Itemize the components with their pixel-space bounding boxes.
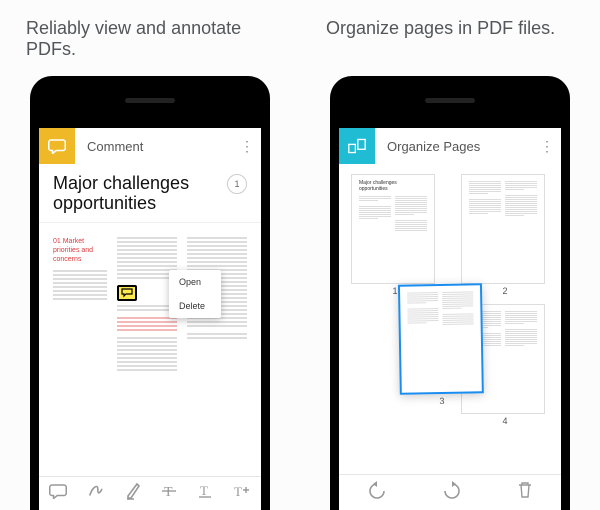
text-block <box>117 305 177 311</box>
strikethrough-icon[interactable]: T <box>161 483 177 504</box>
underline-icon[interactable]: T <box>197 483 213 504</box>
phone-speaker <box>425 98 475 103</box>
add-text-icon[interactable]: T <box>233 483 251 504</box>
rotate-left-icon[interactable] <box>367 481 387 504</box>
sticky-note-annotation[interactable] <box>117 285 137 301</box>
caption-right: Organize pages in PDF files. <box>280 18 580 60</box>
bottom-toolbar <box>339 474 561 510</box>
statusbar <box>39 120 261 128</box>
menu-item-open[interactable]: Open <box>169 270 221 294</box>
document-view[interactable]: 1 Major challenges opportunities 01 Mark… <box>39 164 261 474</box>
page-thumbnail-dragging[interactable]: 3 <box>398 283 484 406</box>
statusbar <box>339 120 561 128</box>
svg-text:T: T <box>164 485 173 499</box>
toolbar-title: Comment <box>75 139 233 154</box>
context-menu: Open Delete <box>169 270 221 318</box>
thumb-doc-title: Major challenges opportunities <box>359 181 407 192</box>
overflow-menu-icon[interactable]: ⋮ <box>233 138 261 155</box>
page-thumbnail[interactable]: 2 <box>461 174 549 296</box>
bottom-toolbar: T T T <box>39 476 261 510</box>
speech-bubble-icon[interactable] <box>49 483 67 504</box>
svg-text:T: T <box>200 483 208 498</box>
menu-item-delete[interactable]: Delete <box>169 294 221 318</box>
phone-comment: Comment ⋮ 1 Major challenges opportuniti… <box>30 76 270 510</box>
overflow-menu-icon[interactable]: ⋮ <box>533 138 561 155</box>
page-number-badge: 1 <box>227 174 247 194</box>
text-block <box>117 237 177 279</box>
freehand-icon[interactable] <box>87 482 105 505</box>
text-block <box>187 333 247 339</box>
phone-organize: Organize Pages ⋮ Major challenges opport… <box>330 76 570 510</box>
phone-speaker <box>125 98 175 103</box>
highlight-icon[interactable] <box>125 482 141 505</box>
doc-title-line1: Major challenges <box>53 174 193 194</box>
toolbar: Comment ⋮ <box>39 128 261 164</box>
toolbar: Organize Pages ⋮ <box>339 128 561 164</box>
page-thumbnail[interactable]: Major challenges opportunities 1 <box>351 174 439 296</box>
text-block <box>117 337 177 371</box>
thumb-label: 4 <box>461 416 549 426</box>
organize-pages-icon[interactable] <box>339 128 375 164</box>
highlighted-text[interactable] <box>117 317 177 331</box>
rotate-right-icon[interactable] <box>442 481 462 504</box>
delete-icon[interactable] <box>517 481 533 504</box>
thumb-label: 3 <box>400 395 484 406</box>
doc-title-line2: opportunities <box>53 194 193 214</box>
section-heading: 01 Market priorities and concerns <box>53 237 103 264</box>
svg-text:T: T <box>234 484 242 499</box>
divider <box>39 222 261 223</box>
text-block <box>53 270 107 300</box>
speech-bubble-icon[interactable] <box>39 128 75 164</box>
toolbar-title: Organize Pages <box>375 139 533 154</box>
caption-left: Reliably view and annotate PDFs. <box>26 18 280 60</box>
